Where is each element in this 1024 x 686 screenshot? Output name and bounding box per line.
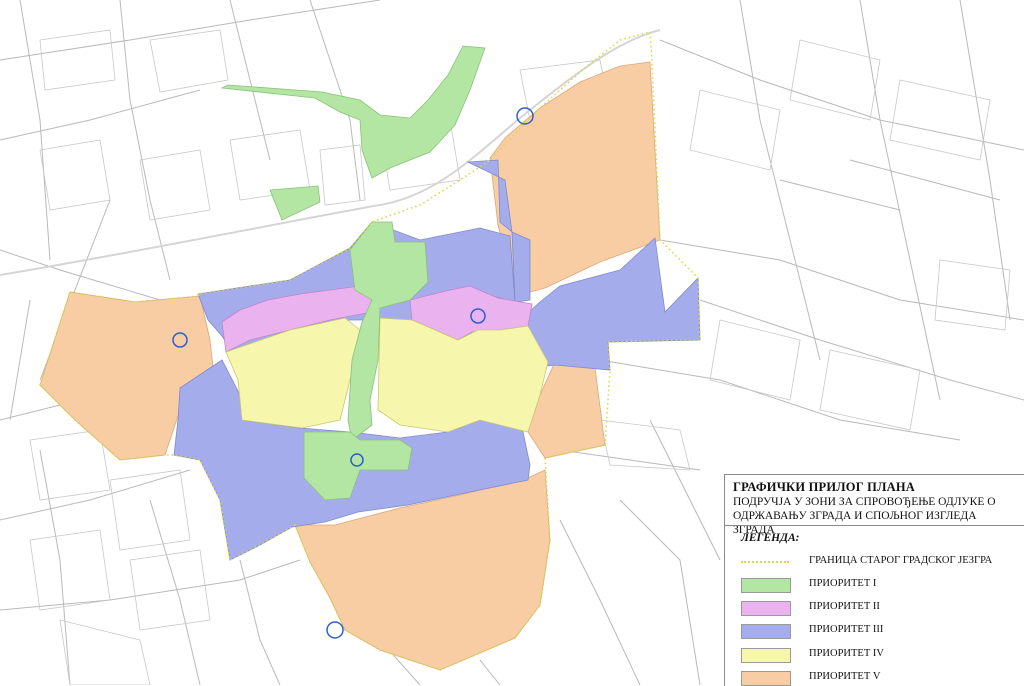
legend-item-priority-2: ПРИОРИТЕТ II — [741, 600, 1021, 616]
boundary-line-swatch — [741, 561, 789, 563]
legend-item-priority-4: ПРИОРИТЕТ IV — [741, 647, 1021, 663]
map-legend: ГРАФИЧКИ ПРИЛОГ ПЛАНА ПОДРУЧЈА У ЗОНИ ЗА… — [724, 474, 1024, 686]
legend-title: ГРАФИЧКИ ПРИЛОГ ПЛАНА — [733, 480, 915, 494]
legend-item-label: ПРИОРИТЕТ IV — [809, 648, 884, 659]
legend-subtitle: ПОДРУЧЈА У ЗОНИ ЗА СПРОВОЂЕЊЕ ОДЛУКЕ О О… — [733, 496, 996, 536]
legend-heading: ЛЕГЕНДА: — [741, 532, 800, 544]
park-area — [220, 45, 486, 179]
location-marker[interactable] — [326, 621, 344, 639]
legend-item-label: ПРИОРИТЕТ I — [809, 578, 877, 589]
legend-divider — [725, 525, 1024, 526]
priority-4-zone — [225, 317, 549, 433]
legend-item-priority-1: ПРИОРИТЕТ I — [741, 577, 1021, 593]
priority-3-swatch — [741, 624, 791, 639]
priority-1-swatch — [741, 578, 791, 593]
legend-item-priority-3: ПРИОРИТЕТ III — [741, 623, 1021, 639]
priority-5-swatch — [741, 671, 791, 686]
legend-item-label: ПРИОРИТЕТ III — [809, 624, 884, 635]
legend-item-boundary: ГРАНИЦА СТАРОГ ГРАДСКОГ ЈЕЗГРА — [741, 554, 1021, 570]
legend-item-label: ГРАНИЦА СТАРОГ ГРАДСКОГ ЈЕЗГРА — [809, 555, 993, 566]
priority-4-swatch — [741, 648, 791, 663]
legend-item-label: ПРИОРИТЕТ V — [809, 671, 881, 682]
park-area — [269, 185, 321, 221]
legend-item-label: ПРИОРИТЕТ II — [809, 601, 880, 612]
priority-2-swatch — [741, 601, 791, 616]
legend-item-priority-5: ПРИОРИТЕТ V — [741, 670, 1021, 686]
